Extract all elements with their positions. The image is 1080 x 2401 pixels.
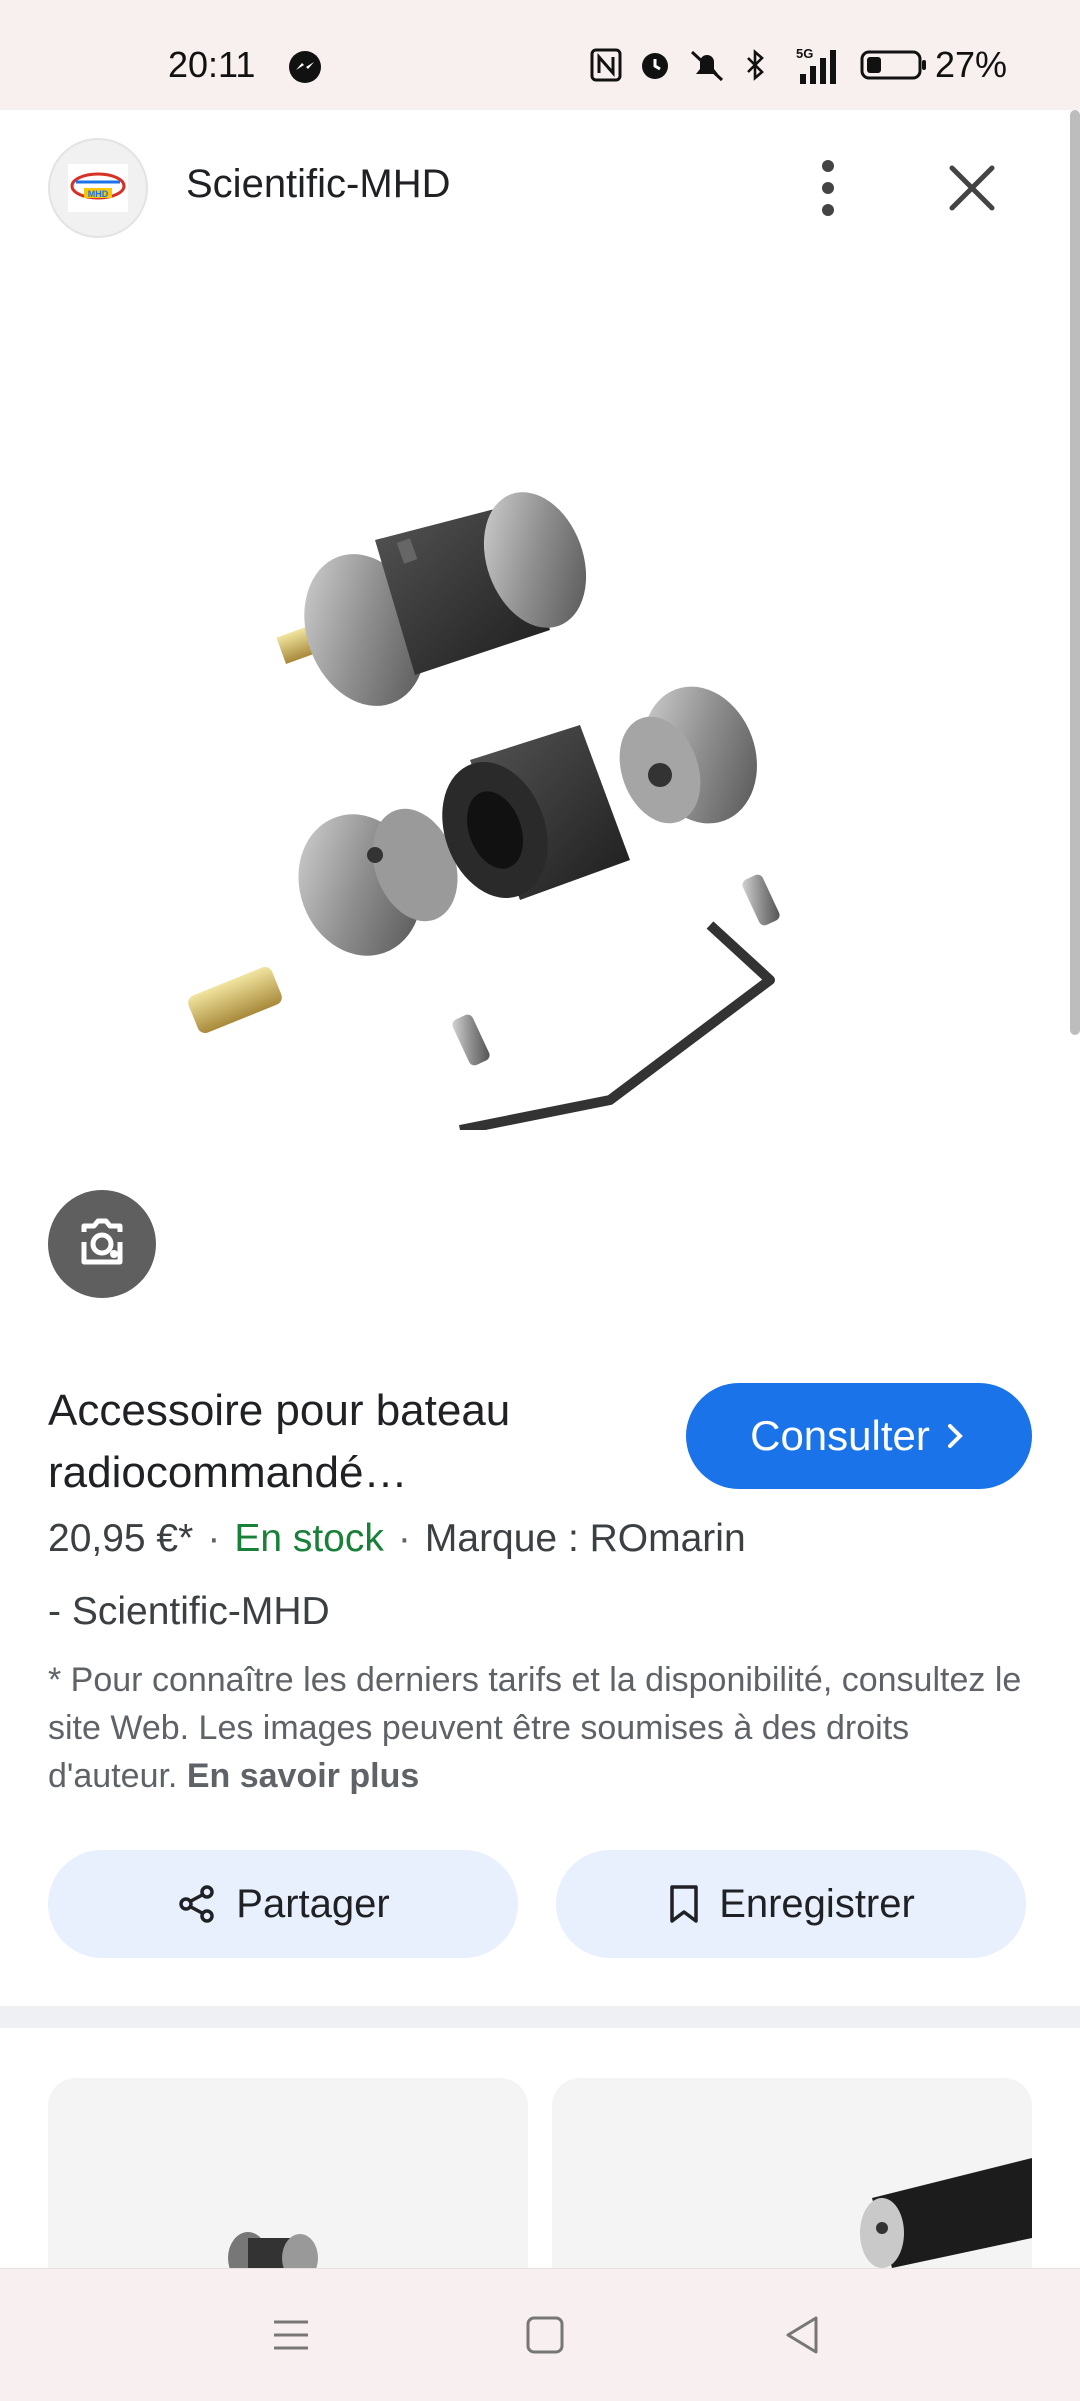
- brass-sleeve: [188, 967, 282, 1033]
- svg-text:MHD: MHD: [88, 189, 109, 199]
- status-bar: 20:11 5G 27%: [0, 0, 1080, 110]
- product-title[interactable]: Accessoire pour bateau radiocommandé…: [48, 1380, 608, 1504]
- set-screw-bottom: [452, 1014, 490, 1066]
- back-nav-icon[interactable]: [778, 2310, 828, 2360]
- product-meta: 20,95 €* · En stock · Marque : ROmarin: [48, 1517, 746, 1561]
- hex-key: [459, 921, 775, 1130]
- section-divider: [0, 2006, 1080, 2028]
- save-label: Enregistrer: [719, 1881, 915, 1926]
- chevron-right-icon: [947, 1424, 963, 1448]
- separator-dot: ·: [397, 1517, 411, 1560]
- site-logo[interactable]: MHD: [48, 138, 148, 238]
- share-icon: [179, 1885, 215, 1923]
- menu-nav-icon[interactable]: [266, 2310, 316, 2360]
- home-nav-icon[interactable]: [520, 2310, 570, 2360]
- signal-icon: 5G: [796, 46, 836, 84]
- price-disclaimer: * Pour connaître les derniers tarifs et …: [48, 1656, 1028, 1800]
- consult-label: Consulter: [750, 1412, 930, 1459]
- brand: Marque : ROmarin: [424, 1517, 746, 1560]
- assembled-coupler: [276, 492, 587, 706]
- alarm-icon: [642, 53, 668, 79]
- bookmark-icon: [670, 1885, 698, 1923]
- logo-icon: MHD: [68, 164, 128, 212]
- separator-dot: ·: [207, 1517, 221, 1560]
- share-button[interactable]: Partager: [48, 1850, 518, 1958]
- more-options-icon[interactable]: [806, 150, 850, 226]
- sheet-header: [0, 110, 1080, 270]
- lens-icon: [81, 1218, 123, 1265]
- right-hub: [619, 686, 757, 824]
- status-time: 20:11: [168, 44, 256, 85]
- network-label: 5G: [796, 46, 813, 61]
- nfc-icon: [590, 48, 622, 82]
- site-name[interactable]: Scientific-MHD: [186, 162, 450, 207]
- product-image[interactable]: [140, 480, 920, 1130]
- close-icon[interactable]: [940, 156, 1004, 220]
- battery-icon: [860, 50, 926, 80]
- google-lens-button[interactable]: [48, 1190, 156, 1298]
- save-button[interactable]: Enregistrer: [556, 1850, 1026, 1958]
- stock-status: En stock: [234, 1517, 384, 1560]
- messenger-icon: [289, 51, 321, 83]
- set-screw-right: [742, 874, 780, 926]
- seller: - Scientific-MHD: [48, 1590, 330, 1633]
- mute-icon: [690, 50, 724, 82]
- learn-more-link[interactable]: En savoir plus: [187, 1757, 419, 1795]
- scrollbar[interactable]: [1070, 110, 1080, 1035]
- price: 20,95 €*: [48, 1517, 194, 1560]
- consult-button[interactable]: Consulter: [686, 1383, 1032, 1489]
- share-label: Partager: [236, 1881, 390, 1926]
- battery-percent: 27%: [935, 44, 1008, 85]
- bluetooth-icon: [747, 49, 764, 81]
